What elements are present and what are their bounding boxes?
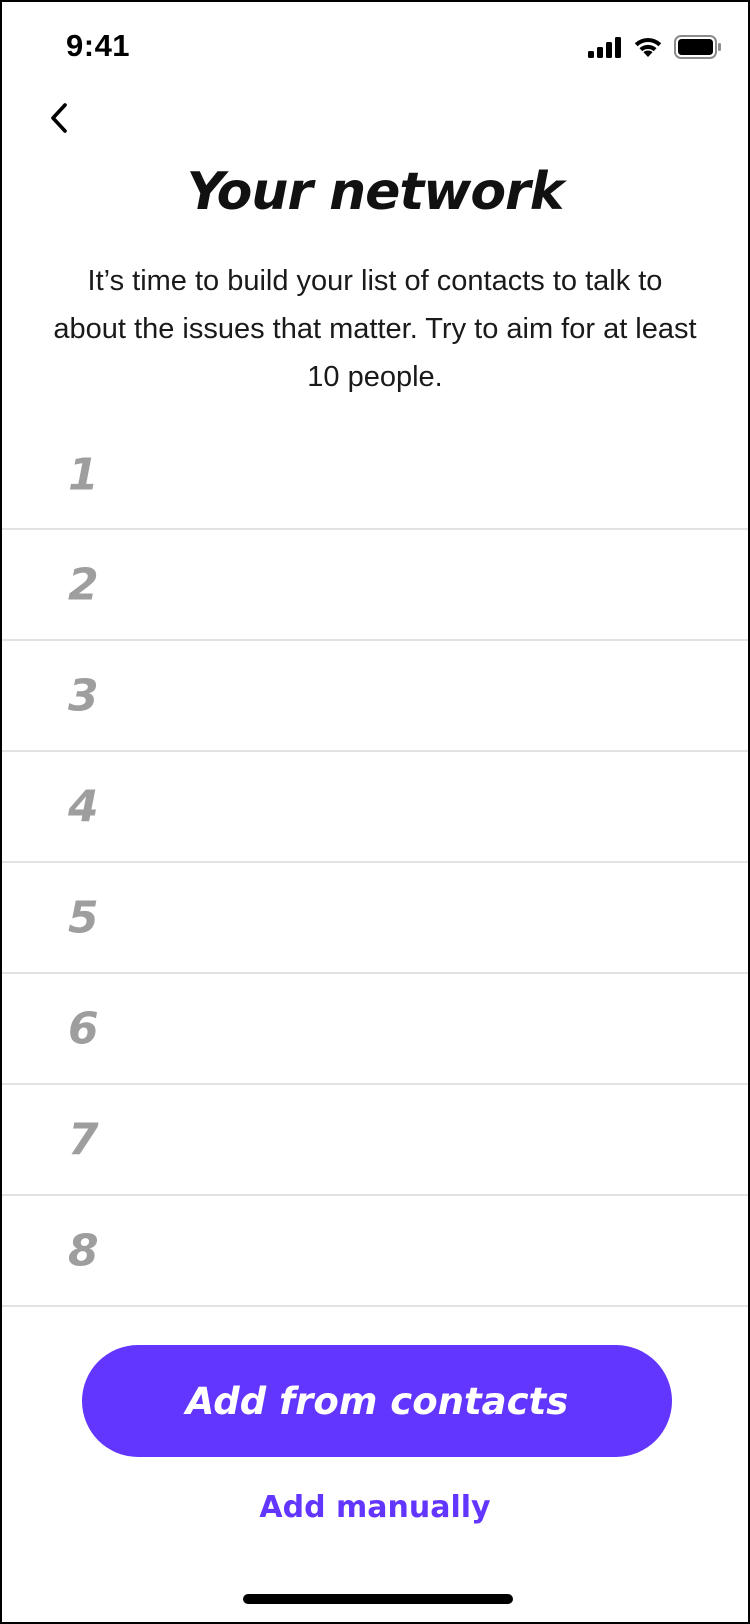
status-time: 9:41 [66,28,131,63]
cellular-signal-icon [588,36,622,63]
page-title: Your network [186,162,565,222]
chevron-left-icon [48,102,72,139]
contact-slot-number: 3 [68,670,99,721]
contact-slot[interactable]: 5 [2,863,748,974]
contact-slot[interactable]: 8 [2,1196,748,1307]
contact-slot-number: 2 [68,559,99,610]
status-icons [588,35,722,64]
add-manually-button[interactable]: Add manually [2,1490,748,1525]
contact-slot-number: 6 [68,1003,99,1054]
contact-slot-number: 1 [68,449,99,501]
contact-slot-number: 7 [68,1114,99,1165]
home-indicator[interactable] [243,1594,513,1604]
contact-slot[interactable]: 3 [2,641,748,752]
contact-slot[interactable]: 6 [2,974,748,1085]
screen: 9:41 Your network It’s time to build you… [0,0,750,1624]
wifi-icon [632,35,664,64]
status-bar: 9:41 [2,2,748,96]
contact-slot[interactable]: 7 [2,1085,748,1196]
contact-slot-number: 5 [68,892,99,943]
contact-list: 1 2 3 4 5 6 7 8 [2,422,748,1307]
contact-slot-number: 4 [68,781,99,832]
contact-slot[interactable]: 4 [2,752,748,863]
contact-slot[interactable]: 2 [2,530,748,641]
contact-slot-number: 8 [68,1225,99,1276]
add-from-contacts-button[interactable]: Add from contacts [82,1345,672,1457]
contact-slot[interactable]: 1 [2,422,748,530]
intro-description: It’s time to build your list of contacts… [53,265,697,393]
back-button[interactable] [38,98,82,142]
battery-icon [674,35,722,64]
